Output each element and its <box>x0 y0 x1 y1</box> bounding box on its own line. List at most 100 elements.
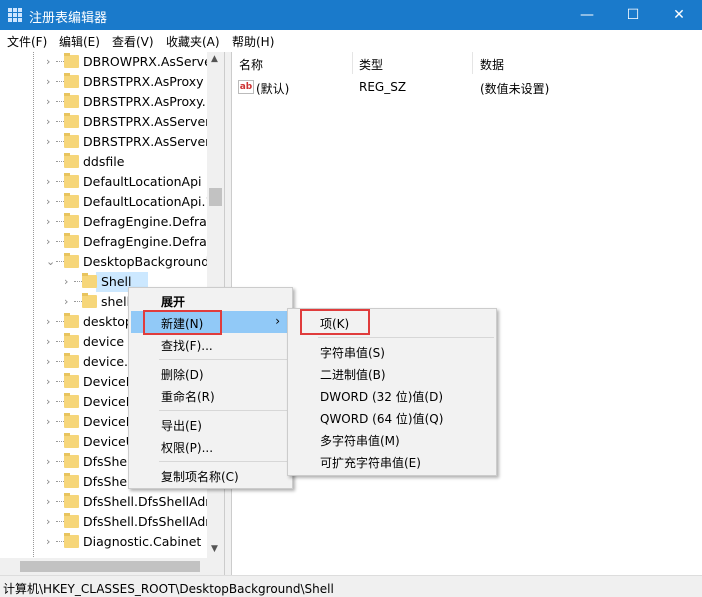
tree-connector <box>74 301 82 302</box>
regedit-app-icon <box>8 8 22 22</box>
tree-item[interactable]: › DfsShell.DfsShellAdmin.1 <box>0 512 224 532</box>
tree-item[interactable]: ⌄ DesktopBackground <box>0 252 210 272</box>
menu-separator <box>159 359 290 360</box>
tree-connector <box>56 521 64 522</box>
column-header-data[interactable]: 数据 <box>480 56 504 73</box>
submenu-item-string[interactable]: 字符串值(S) <box>290 340 494 362</box>
folder-icon <box>64 453 79 468</box>
submenu-item-dword[interactable]: DWORD (32 位)值(D) <box>290 384 494 406</box>
submenu-item-multi-string[interactable]: 多字符串值(M) <box>290 428 494 450</box>
menu-item-find[interactable]: 查找(F)... <box>131 333 290 355</box>
menu-item-permissions[interactable]: 权限(P)... <box>131 435 290 457</box>
expand-chevron-icon[interactable]: › <box>46 175 50 188</box>
expand-chevron-icon[interactable]: › <box>46 195 50 208</box>
menu-item-copy-key-name[interactable]: 复制项名称(C) <box>131 464 290 486</box>
hscroll-thumb[interactable] <box>20 561 200 572</box>
expand-chevron-icon[interactable]: › <box>46 95 50 108</box>
minimize-button[interactable]: — <box>564 0 610 30</box>
scroll-up-icon[interactable]: ▲ <box>211 54 218 64</box>
tree-item[interactable]: › DefaultLocationApi.1 <box>0 192 213 212</box>
scroll-thumb[interactable] <box>209 188 222 206</box>
folder-icon <box>64 493 79 508</box>
annotation-highlight-new <box>143 310 222 335</box>
tree-item-label: Diagnostic.Cabinet <box>83 534 202 549</box>
folder-icon <box>64 113 79 128</box>
expand-chevron-icon[interactable]: › <box>46 215 50 228</box>
folder-icon <box>64 93 79 108</box>
submenu-item-binary[interactable]: 二进制值(B) <box>290 362 494 384</box>
expand-chevron-icon[interactable]: › <box>46 75 50 88</box>
menu-file[interactable]: 文件(F) <box>7 33 47 50</box>
column-header-type[interactable]: 类型 <box>359 56 383 73</box>
menu-edit[interactable]: 编辑(E) <box>59 33 100 50</box>
expand-chevron-icon[interactable]: › <box>46 495 50 508</box>
submenu-item-qword[interactable]: QWORD (64 位)值(Q) <box>290 406 494 428</box>
tree-item[interactable]: › Diagnostic.Cabinet <box>0 532 207 552</box>
menu-bar: 文件(F) 编辑(E) 查看(V) 收藏夹(A) 帮助(H) <box>0 30 702 52</box>
expand-chevron-icon[interactable]: › <box>64 275 68 288</box>
folder-icon <box>64 353 79 368</box>
expand-chevron-icon[interactable]: › <box>46 315 50 328</box>
value-row[interactable]: ab (默认) REG_SZ (数值未设置) <box>232 78 702 98</box>
tree-connector <box>56 181 64 182</box>
tree-item[interactable]: › DfsShell.DfsShellAdmin <box>0 492 224 512</box>
tree-connector <box>56 481 64 482</box>
tree-item[interactable]: › DBRSTPRX.AsServer.1 <box>0 132 221 152</box>
submenu-item-expandable-string[interactable]: 可扩充字符串值(E) <box>290 450 494 472</box>
tree-item[interactable]: › DBRSTPRX.AsProxy <box>0 72 207 92</box>
maximize-button[interactable]: ☐ <box>610 0 656 30</box>
tree-connector <box>56 161 64 162</box>
tree-item[interactable]: ddsfile <box>0 152 207 172</box>
expand-chevron-icon[interactable]: › <box>46 55 50 68</box>
tree-connector <box>56 441 64 442</box>
menu-item-delete[interactable]: 删除(D) <box>131 362 290 384</box>
tree-horizontal-scrollbar[interactable] <box>0 558 224 575</box>
expand-chevron-icon[interactable]: › <box>46 455 50 468</box>
expand-chevron-icon[interactable]: › <box>46 475 50 488</box>
expand-chevron-icon[interactable]: › <box>46 135 50 148</box>
tree-item-label: ddsfile <box>83 154 125 169</box>
tree-item[interactable]: › DBROWPRX.AsServer <box>0 52 217 72</box>
expand-chevron-icon[interactable]: › <box>46 515 50 528</box>
string-value-icon: ab <box>238 80 254 94</box>
expand-chevron-icon[interactable]: › <box>46 535 50 548</box>
menu-separator <box>159 461 290 462</box>
tree-item-label: DesktopBackground <box>83 254 210 269</box>
menu-item-expand[interactable]: 展开 <box>131 289 290 311</box>
menu-item-rename[interactable]: 重命名(R) <box>131 384 290 406</box>
menu-item-export[interactable]: 导出(E) <box>131 413 290 435</box>
tree-connector <box>56 101 64 102</box>
tree-item-label: DfsShell.DfsShellAdmin.1 <box>83 514 224 529</box>
tree-item[interactable]: › DefaultLocationApi <box>0 172 207 192</box>
close-button[interactable]: ✕ <box>656 0 702 30</box>
folder-icon <box>64 433 79 448</box>
column-separator[interactable] <box>472 52 473 74</box>
menu-favorites[interactable]: 收藏夹(A) <box>166 33 220 50</box>
menu-help[interactable]: 帮助(H) <box>232 33 274 50</box>
expand-chevron-icon[interactable]: › <box>46 335 50 348</box>
tree-item[interactable]: › DefragEngine.DefragEngine <box>0 212 224 232</box>
folder-icon <box>64 333 79 348</box>
tree-item-label: DfsShell.DfsShellAdmin <box>83 494 225 509</box>
expand-chevron-icon[interactable]: › <box>46 375 50 388</box>
tree-item[interactable]: › DBRSTPRX.AsProxy.1 <box>0 92 214 112</box>
tree-item[interactable]: › DefragEngine.DefragEngine.1 <box>0 232 224 252</box>
scroll-down-icon[interactable]: ▼ <box>211 544 218 554</box>
expand-chevron-icon[interactable]: › <box>46 235 50 248</box>
annotation-highlight-key <box>300 309 370 335</box>
tree-item-label: Shell <box>101 274 132 289</box>
expand-chevron-icon[interactable]: › <box>46 355 50 368</box>
column-header-name[interactable]: 名称 <box>239 56 263 73</box>
menu-view[interactable]: 查看(V) <box>112 33 154 50</box>
collapse-chevron-icon[interactable]: ⌄ <box>46 255 55 268</box>
folder-icon <box>64 213 79 228</box>
expand-chevron-icon[interactable]: › <box>46 415 50 428</box>
expand-chevron-icon[interactable]: › <box>64 295 68 308</box>
folder-icon <box>64 413 79 428</box>
column-separator[interactable] <box>352 52 353 74</box>
tree-connector <box>56 541 64 542</box>
folder-icon <box>64 233 79 248</box>
expand-chevron-icon[interactable]: › <box>46 395 50 408</box>
tree-item[interactable]: › DBRSTPRX.AsServer <box>0 112 210 132</box>
expand-chevron-icon[interactable]: › <box>46 115 50 128</box>
